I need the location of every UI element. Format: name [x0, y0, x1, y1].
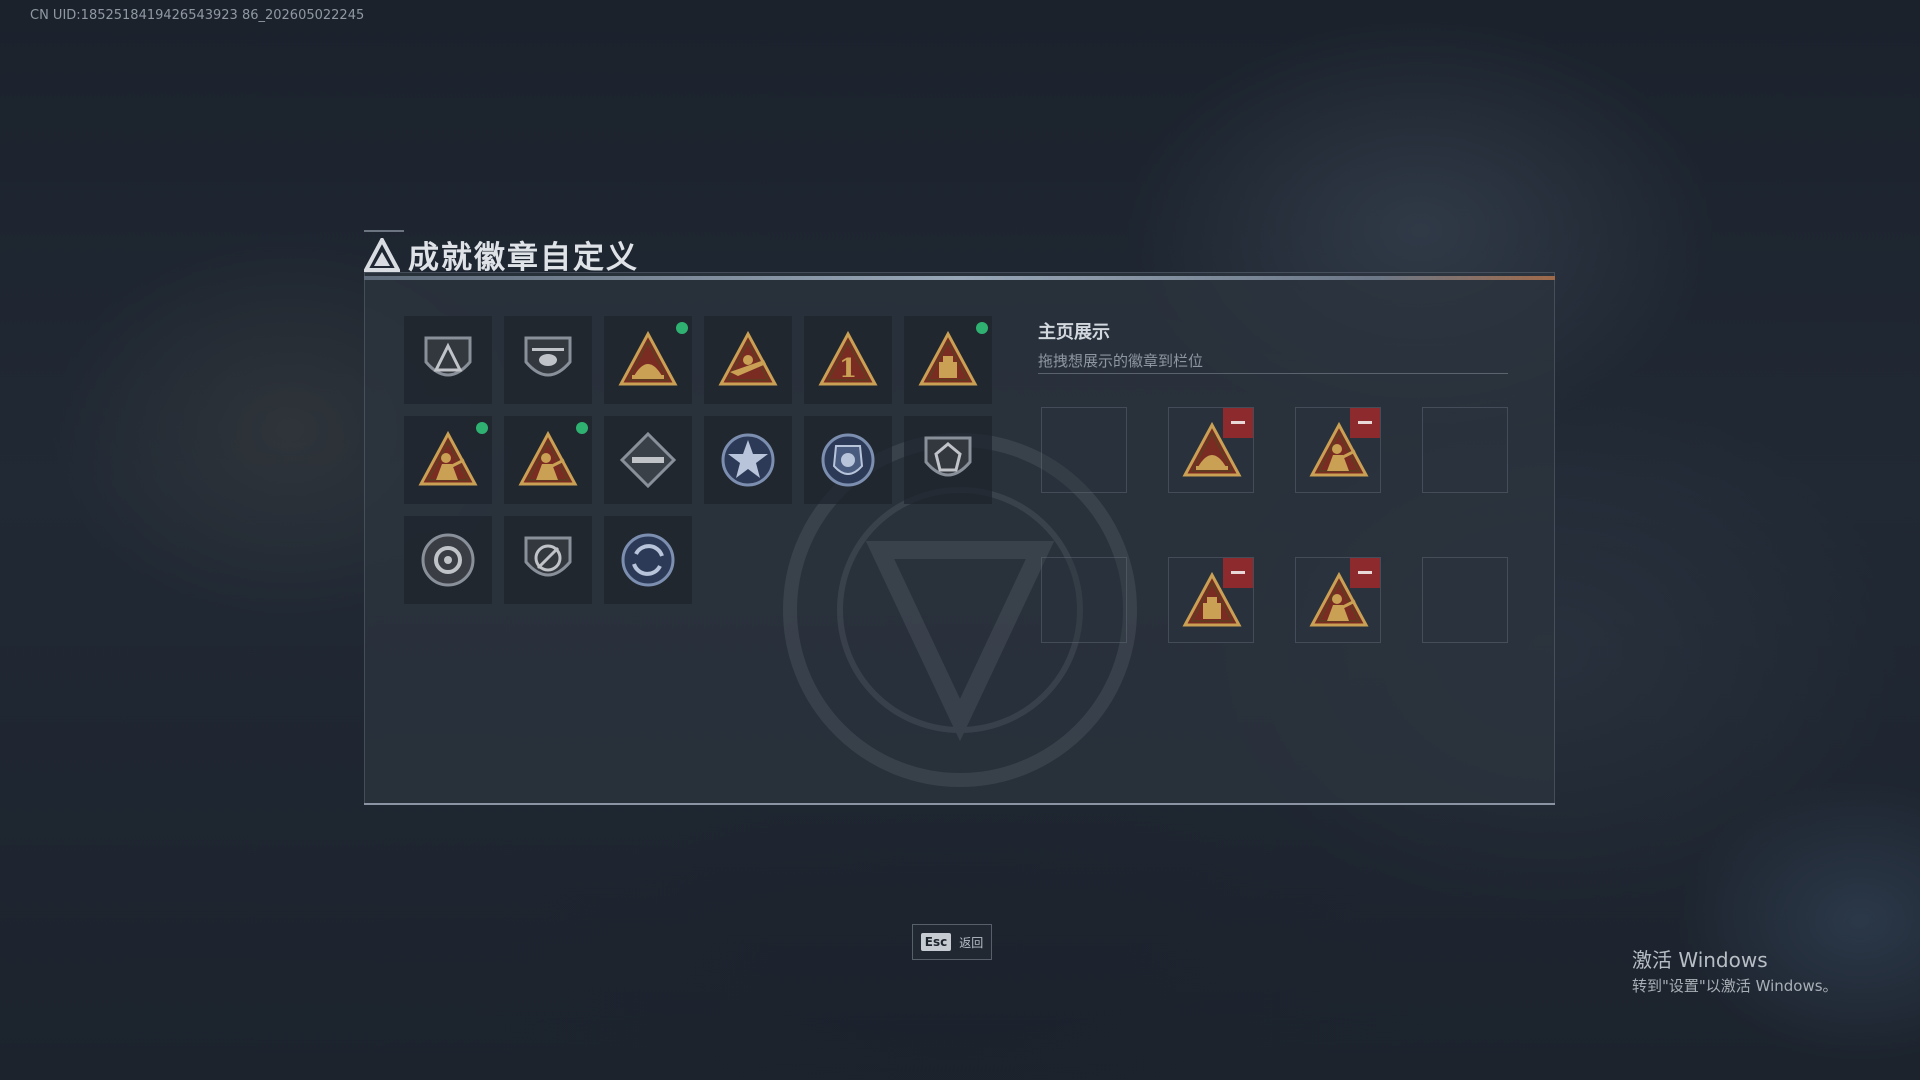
remove-badge-button[interactable] [1223, 558, 1253, 588]
showcase-slot[interactable] [1041, 407, 1127, 493]
badge-slot-squad-triangle-badge[interactable] [504, 416, 592, 504]
back-label: 返回 [959, 935, 984, 950]
badge-slot-no-gun-shield-badge[interactable] [504, 516, 592, 604]
remove-badge-button[interactable] [1223, 408, 1253, 438]
number-one-triangle-badge-icon: 1 [818, 330, 878, 386]
showcase-slot[interactable] [1295, 557, 1381, 643]
new-indicator-dot [676, 322, 688, 334]
uid-text: CN UID:1852518419426543923 86_2026050222… [30, 8, 365, 23]
panel-top-line [364, 276, 1555, 280]
helmet-triangle-badge-icon [618, 330, 678, 386]
page-title: 成就徽章自定义 [408, 240, 639, 276]
badge-slot-police-shield-badge[interactable] [804, 416, 892, 504]
badge-slot-number-one-triangle-badge[interactable]: 1 [804, 316, 892, 404]
drone-diamond-badge-icon [619, 431, 677, 489]
showcase-slot[interactable] [1295, 407, 1381, 493]
showcase-slot[interactable] [1422, 407, 1508, 493]
showcase-divider [1038, 373, 1508, 374]
back-button[interactable]: Esc 返回 [912, 924, 992, 960]
police-shield-badge-icon [821, 433, 875, 487]
rifle-triangle-badge-icon [718, 330, 778, 386]
no-gun-shield-badge-icon [524, 536, 572, 577]
badge-slot-flower-round-badge[interactable] [404, 516, 492, 604]
title-bar: 成就徽章自定义 [364, 232, 639, 277]
star-emblem-badge-icon [721, 433, 775, 487]
lion-shield-badge-icon [924, 436, 972, 477]
showcase-slot[interactable] [1041, 557, 1127, 643]
new-indicator-dot [976, 322, 988, 334]
showcase-header: 主页展示 拖拽想展示的徽章到栏位 [1038, 318, 1203, 371]
windows-activation-subtitle: 转到"设置"以激活 Windows。 [1632, 977, 1838, 995]
badge-slot-rifle-triangle-badge[interactable] [704, 316, 792, 404]
badge-slot-drone-diamond-badge[interactable] [604, 416, 692, 504]
triangle-logo-icon [364, 237, 400, 272]
flower-round-badge-icon [421, 533, 475, 587]
badge-slot-lion-shield-badge[interactable] [904, 416, 992, 504]
showcase-slot[interactable] [1168, 557, 1254, 643]
badge-slot-recycle-shield-badge[interactable] [604, 516, 692, 604]
showcase-slot[interactable] [1168, 407, 1254, 493]
showcase-subtitle: 拖拽想展示的徽章到栏位 [1038, 352, 1204, 370]
badge-slot-helicopter-badge[interactable] [504, 316, 592, 404]
helicopter-badge-icon [524, 336, 572, 377]
supply-crate-triangle-badge-icon [918, 330, 978, 386]
svg-text:1: 1 [839, 354, 857, 384]
badge-slot-soldier-triangle-badge[interactable] [404, 416, 492, 504]
windows-activation-title: 激活 Windows [1632, 948, 1768, 972]
windows-activation-notice: 激活 Windows 转到"设置"以激活 Windows。 [1632, 944, 1838, 996]
shield-triangle-badge-icon [424, 336, 472, 377]
new-indicator-dot [476, 422, 488, 434]
badge-slot-shield-triangle-badge[interactable] [404, 316, 492, 404]
showcase-slot[interactable] [1422, 557, 1508, 643]
showcase-title: 主页展示 [1038, 322, 1110, 343]
new-indicator-dot [576, 422, 588, 434]
remove-badge-button[interactable] [1350, 558, 1380, 588]
badge-slot-helmet-triangle-badge[interactable] [604, 316, 692, 404]
panel-bottom-line [364, 803, 1555, 805]
esc-key-icon: Esc [920, 933, 952, 951]
badge-slot-star-emblem-badge[interactable] [704, 416, 792, 504]
remove-badge-button[interactable] [1350, 408, 1380, 438]
recycle-shield-badge-icon [621, 533, 675, 587]
squad-triangle-badge-icon [518, 430, 578, 486]
soldier-triangle-badge-icon [418, 430, 478, 486]
badge-slot-supply-crate-triangle-badge[interactable] [904, 316, 992, 404]
